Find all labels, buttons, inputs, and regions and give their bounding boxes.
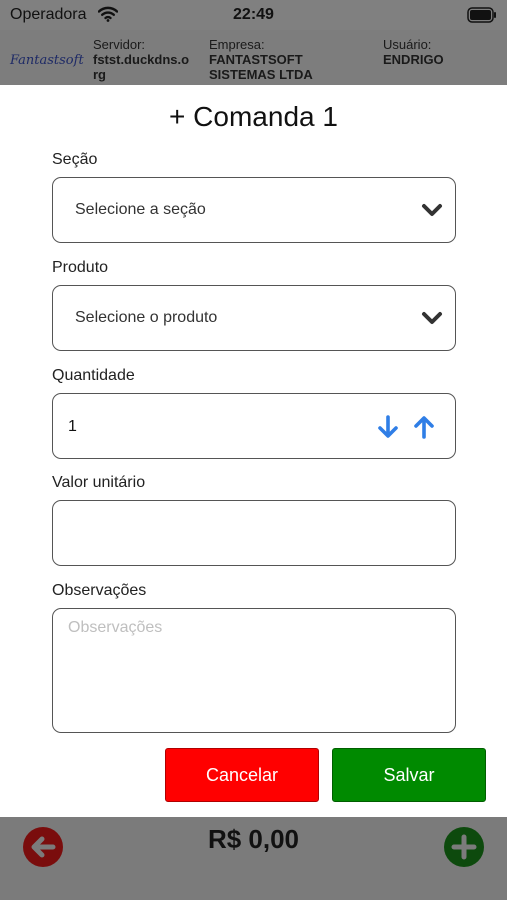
company-logo: Fantastsoft [10, 53, 84, 68]
quantity-label: Quantidade [52, 367, 135, 384]
arrow-down-icon[interactable] [375, 414, 401, 440]
product-select[interactable]: Selecione o produto [52, 285, 456, 351]
section-select[interactable]: Selecione a seção [52, 177, 456, 243]
company-info: Empresa: FANTASTSOFT SISTEMAS LTDA [209, 37, 359, 82]
chevron-down-icon [422, 204, 442, 216]
add-item-modal: + Comanda 1 Seção Selecione a seção Prod… [0, 85, 507, 817]
unit-value-label: Valor unitário [52, 474, 146, 491]
save-button[interactable]: Salvar [332, 748, 486, 802]
app-header: Fantastsoft Servidor: fstst.duckdns.o rg… [0, 30, 507, 85]
server-label: Servidor: [93, 37, 146, 52]
notes-label: Observações [52, 582, 147, 599]
unit-value-input[interactable] [52, 500, 456, 566]
server-info: Servidor: fstst.duckdns.o rg [93, 37, 203, 82]
status-time: 22:49 [233, 6, 274, 23]
notes-placeholder: Observações [68, 619, 163, 636]
quantity-value: 1 [68, 418, 77, 435]
arrow-up-icon[interactable] [411, 414, 437, 440]
company-label: Empresa: [209, 37, 265, 52]
user-value: ENDRIGO [383, 52, 444, 67]
quantity-stepper[interactable]: 1 [52, 393, 456, 459]
status-bar: Operadora 22:49 [0, 0, 507, 30]
order-total: R$ 0,00 [207, 824, 300, 854]
company-value: FANTASTSOFT SISTEMAS LTDA [209, 52, 313, 82]
user-info: Usuário: ENDRIGO [383, 37, 493, 67]
notes-textarea[interactable]: Observações [52, 608, 456, 733]
product-label: Produto [52, 259, 109, 276]
battery-icon [467, 7, 496, 23]
section-select-value: Selecione a seção [75, 201, 206, 218]
app-footer: R$ 0,00 [0, 817, 507, 900]
user-label: Usuário: [383, 37, 432, 52]
product-select-value: Selecione o produto [75, 309, 218, 326]
modal-title: + Comanda 1 [169, 101, 338, 132]
chevron-down-icon [422, 312, 442, 324]
server-value: fstst.duckdns.o rg [93, 52, 190, 82]
cancel-button[interactable]: Cancelar [165, 748, 319, 802]
section-label: Seção [52, 151, 98, 168]
add-circle-icon[interactable] [443, 826, 485, 868]
